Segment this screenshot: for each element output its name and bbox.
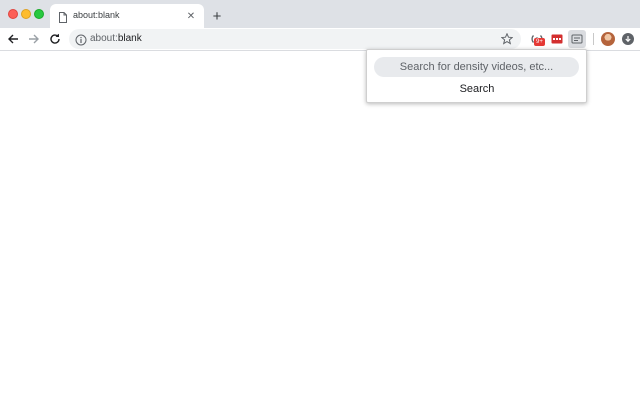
info-icon[interactable] [75,33,87,46]
search-button[interactable]: Search [449,81,505,97]
window-zoom-button[interactable] [34,9,44,19]
new-tab-button[interactable]: + [208,7,226,25]
extension-badge: 9+ [534,38,545,46]
download-arrow-icon [625,36,631,43]
back-button[interactable] [4,30,22,48]
extension-popup: Search [366,49,587,103]
red-extension-icon [551,34,563,44]
download-button[interactable] [622,33,634,45]
search-input[interactable] [374,57,579,77]
tab-active[interactable]: about:blank ✕ [50,4,204,28]
url-text[interactable]: about:blank [90,33,142,44]
reload-button[interactable] [46,30,64,48]
page-icon [59,10,67,23]
tab-strip: about:blank ✕ + [0,0,640,28]
forward-arrow-icon [29,34,39,44]
page-content [0,51,640,400]
bookmark-star-icon[interactable] [499,31,515,47]
reload-icon [50,33,60,44]
extension-search-button[interactable] [568,30,586,48]
tab-close-icon[interactable]: ✕ [182,7,200,25]
toolbar: about:blank 9+ [0,28,640,51]
extension-red-button[interactable] [548,30,566,48]
profile-avatar[interactable] [601,32,615,46]
address-bar[interactable]: about:blank [69,29,521,49]
tab-title: about:blank [73,10,120,20]
forward-button[interactable] [25,30,43,48]
toolbar-divider [593,33,594,45]
back-arrow-icon [8,34,18,44]
extension-broadcast-button[interactable]: 9+ [528,30,546,48]
window-close-button[interactable] [8,9,18,19]
search-extension-icon [571,34,583,44]
window-minimize-button[interactable] [21,9,31,19]
